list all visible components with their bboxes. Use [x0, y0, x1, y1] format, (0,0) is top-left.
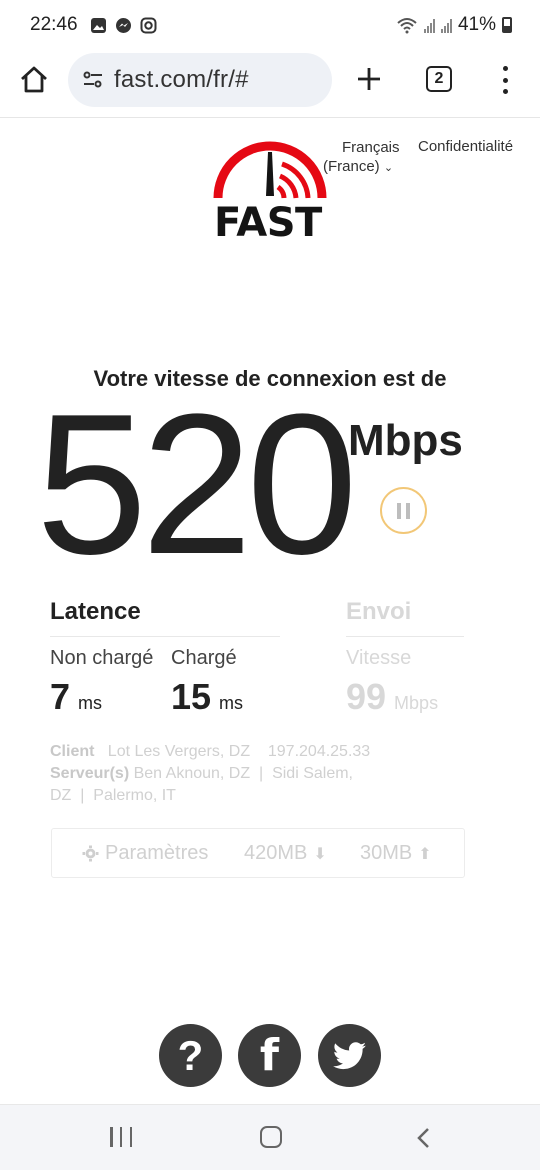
loaded-latency-value: 15	[171, 676, 212, 717]
server-info: Serveur(s) Ben Aknoun, DZ | Sidi Salem,	[50, 765, 353, 782]
settings-bar[interactable]: Paramètres 420MB ⬇ 30MB ⬆	[51, 828, 465, 878]
status-left: 22:46	[30, 14, 157, 36]
client-info: Client Lot Les Vergers, DZ 197.204.25.33	[50, 741, 370, 763]
download-arrow-icon: ⬇	[313, 845, 327, 863]
privacy-link[interactable]: Confidentialité	[418, 138, 513, 155]
unloaded-label: Non chargé	[50, 647, 154, 669]
messenger-icon	[115, 17, 131, 33]
upload-arrow-icon: ⬆	[418, 845, 432, 863]
pause-button[interactable]	[380, 487, 427, 534]
settings-button[interactable]: Paramètres	[82, 842, 208, 865]
twitter-icon[interactable]	[318, 1024, 381, 1087]
instagram-icon	[140, 17, 157, 33]
speed-value: 520	[36, 373, 358, 596]
upload-size: 30MB ⬆	[360, 842, 432, 864]
server-name: Ben Aknoun, DZ	[133, 765, 251, 782]
speed-unit: Mbps	[348, 416, 463, 465]
status-right: 41%	[396, 14, 512, 36]
chevron-down-icon: ⌄	[383, 162, 394, 174]
address-bar[interactable]: fast.com/fr/#	[68, 53, 332, 107]
tabs-icon[interactable]: 2	[426, 66, 452, 92]
upload-title: Envoi	[346, 598, 412, 625]
recent-apps-icon[interactable]	[110, 1127, 132, 1147]
back-icon[interactable]	[414, 1127, 434, 1149]
language-label: Français	[342, 139, 400, 156]
language-region: (France) ⌄	[323, 158, 394, 175]
upload-speed: 99 Mbps	[346, 676, 438, 718]
gear-icon	[82, 845, 99, 862]
upload-speed-value: 99	[346, 676, 387, 717]
status-time: 22:46	[30, 14, 78, 35]
unloaded-latency-value: 7	[50, 676, 71, 717]
server-info-cont: DZ | Palermo, IT	[50, 787, 176, 804]
twitter-bird-icon	[332, 1041, 366, 1069]
status-bar: 22:46 41%	[0, 0, 540, 50]
loaded-latency-unit: ms	[219, 693, 244, 713]
url-text[interactable]: fast.com/fr/#	[114, 66, 249, 94]
client-location: Lot Les Vergers, DZ	[107, 743, 251, 760]
settings-label: Paramètres	[105, 842, 209, 864]
fast-logo-text: FAST	[214, 200, 322, 246]
signal-icon	[423, 18, 435, 33]
upload-speed-label: Vitesse	[346, 647, 412, 669]
download-size: 420MB ⬇	[244, 842, 327, 864]
loaded-label: Chargé	[171, 647, 237, 669]
home-icon[interactable]	[18, 64, 50, 96]
pause-icon	[397, 502, 401, 519]
signal-icon	[440, 18, 452, 33]
unloaded-latency: 7 ms	[50, 676, 102, 718]
loaded-latency: 15 ms	[171, 676, 243, 718]
gallery-icon	[90, 17, 106, 33]
system-nav-bar	[0, 1104, 540, 1170]
battery-percent: 41%	[457, 14, 496, 35]
more-menu-icon[interactable]	[500, 66, 510, 94]
latency-divider	[50, 636, 280, 637]
client-ip: 197.204.25.33	[267, 743, 371, 760]
upload-divider	[346, 636, 464, 637]
site-settings-icon[interactable]	[82, 69, 104, 91]
help-icon[interactable]: ?	[159, 1024, 222, 1087]
servers-label: Serveur(s)	[50, 765, 130, 782]
unloaded-latency-unit: ms	[78, 693, 103, 713]
home-nav-icon[interactable]	[260, 1126, 282, 1148]
server-name: Palermo, IT	[93, 787, 176, 804]
new-tab-icon[interactable]	[354, 64, 384, 94]
battery-icon	[502, 17, 512, 33]
upload-speed-unit: Mbps	[394, 693, 439, 713]
client-label: Client	[50, 743, 95, 760]
server-name: DZ	[50, 787, 72, 804]
browser-toolbar: fast.com/fr/# 2	[0, 50, 540, 118]
wifi-icon	[397, 17, 417, 33]
server-name: Sidi Salem,	[272, 765, 353, 782]
language-select[interactable]: Français (France) ⌄	[323, 138, 413, 178]
latency-title: Latence	[50, 598, 141, 625]
facebook-icon[interactable]: f	[238, 1024, 301, 1087]
